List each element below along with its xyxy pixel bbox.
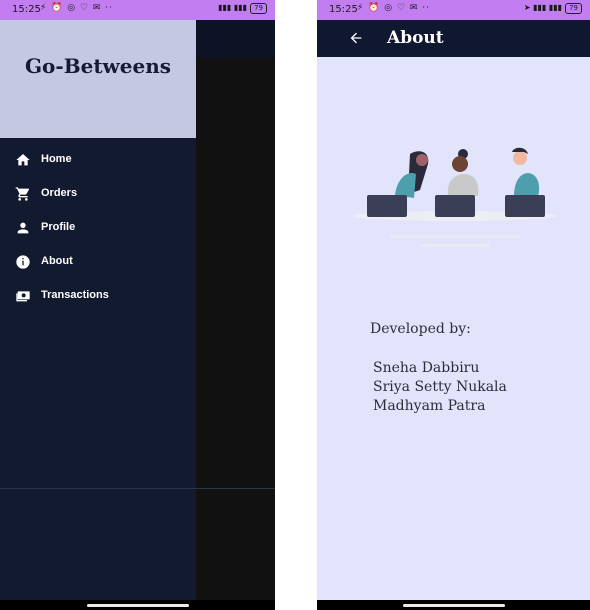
page-title: About <box>387 28 444 48</box>
developer-name: Sriya Setty Nukala <box>373 379 507 395</box>
navigation-drawer: Go-Betweens Home Orders Profile About Tr… <box>0 20 196 600</box>
home-gesture-handle[interactable] <box>402 604 505 607</box>
phone-drawer-screen: 15:25 ⚡ ⏰ ◎ ♡ ✉ ·· ▮▮▮ ▮▮▮ 79 Go-Betweens… <box>0 0 275 610</box>
status-bar: 15:25 ⚡ ⏰ ◎ ♡ ✉ ·· ➤ ▮▮▮ ▮▮▮ 79 <box>317 0 590 20</box>
team-illustration <box>353 147 557 247</box>
battery-icon: 79 <box>250 3 267 14</box>
developer-name: Sneha Dabbiru <box>373 360 480 376</box>
phone-about-screen: 15:25 ⚡ ⏰ ◎ ♡ ✉ ·· ➤ ▮▮▮ ▮▮▮ 79 About Dev… <box>317 0 590 610</box>
scrim-appbar <box>196 20 275 58</box>
status-bar: 15:25 ⚡ ⏰ ◎ ♡ ✉ ·· ▮▮▮ ▮▮▮ 79 <box>0 0 275 20</box>
navigation-bar <box>317 600 590 610</box>
developed-by-heading: Developed by: <box>370 321 471 337</box>
money-icon <box>16 291 30 302</box>
info-icon <box>16 255 30 269</box>
menu-item-profile[interactable]: Profile <box>0 213 196 243</box>
menu-item-transactions[interactable]: Transactions <box>0 281 196 311</box>
menu-item-label: Orders <box>41 187 78 199</box>
menu-item-label: Home <box>41 153 72 165</box>
menu-item-label: Transactions <box>41 289 109 301</box>
drawer-title: Go-Betweens <box>24 54 172 78</box>
signal-icons: ➤ ▮▮▮ ▮▮▮ 79 <box>524 3 582 14</box>
home-gesture-handle[interactable] <box>86 604 189 607</box>
app-bar: About <box>317 20 590 57</box>
battery-icon: 79 <box>565 3 582 14</box>
menu-item-label: Profile <box>41 221 76 233</box>
notification-icons: ⚡ ⏰ ◎ ♡ ✉ ·· <box>357 3 431 13</box>
person-icon <box>17 222 29 234</box>
menu-item-about[interactable]: About <box>0 247 196 277</box>
status-time: 15:25 <box>12 4 41 15</box>
menu-item-home[interactable]: Home <box>0 145 196 175</box>
cart-icon <box>15 187 29 201</box>
drawer-header: Go-Betweens <box>0 20 196 138</box>
navigation-bar <box>0 600 275 610</box>
signal-icons: ▮▮▮ ▮▮▮ 79 <box>218 3 267 14</box>
menu-item-label: About <box>41 255 73 267</box>
status-time: 15:25 <box>329 4 358 15</box>
divider <box>0 488 275 489</box>
menu-item-orders[interactable]: Orders <box>0 179 196 209</box>
back-arrow-icon[interactable] <box>348 30 364 46</box>
developer-name: Madhyam Patra <box>373 398 486 414</box>
notification-icons: ⚡ ⏰ ◎ ♡ ✉ ·· <box>40 3 114 13</box>
home-icon <box>16 154 30 166</box>
